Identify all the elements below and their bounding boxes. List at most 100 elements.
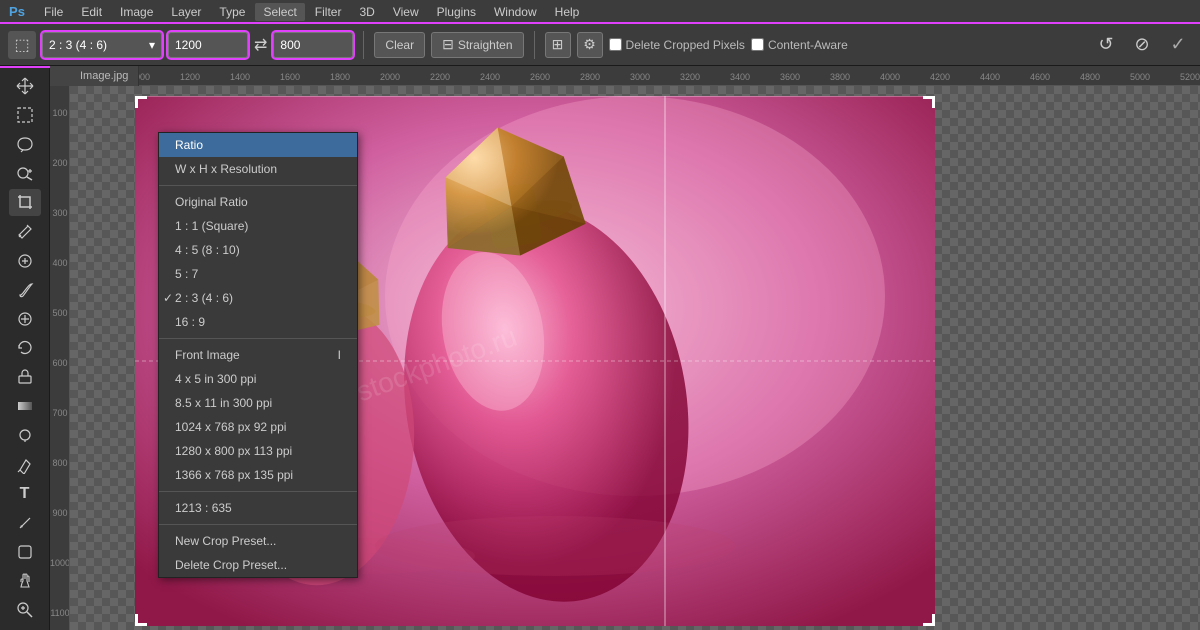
svg-text:2400: 2400 [480, 72, 500, 82]
svg-text:4600: 4600 [1030, 72, 1050, 82]
dropdown-ratio-label: Ratio [175, 138, 203, 152]
tool-hand[interactable] [9, 568, 41, 595]
tool-type[interactable]: T [9, 480, 41, 507]
menu-view[interactable]: View [385, 3, 427, 21]
tool-clone[interactable] [9, 305, 41, 332]
svg-text:100: 100 [52, 108, 67, 118]
crop-handle-tr[interactable] [923, 96, 935, 108]
svg-text:600: 600 [52, 358, 67, 368]
dropdown-item-delete-preset[interactable]: Delete Crop Preset... [159, 553, 357, 577]
separator-2 [159, 338, 357, 339]
svg-text:5200: 5200 [1180, 72, 1200, 82]
tool-marquee[interactable] [9, 101, 41, 128]
crop-handle-bl[interactable] [135, 614, 147, 626]
dropdown-item-1366x768[interactable]: 1366 x 768 px 135 ppi [159, 463, 357, 487]
tool-path-select[interactable] [9, 509, 41, 536]
crop-handle-br[interactable] [923, 614, 935, 626]
tool-brush[interactable] [9, 276, 41, 303]
menu-layer[interactable]: Layer [163, 3, 209, 21]
svg-text:700: 700 [52, 408, 67, 418]
tool-zoom[interactable] [9, 597, 41, 624]
dropdown-item-1-1[interactable]: 1 : 1 (Square) [159, 214, 357, 238]
tool-gradient[interactable] [9, 393, 41, 420]
dropdown-item-ratio[interactable]: Ratio [159, 133, 357, 157]
svg-text:900: 900 [52, 508, 67, 518]
canvas-tab-name: Image.jpg [80, 70, 128, 82]
svg-text:3400: 3400 [730, 72, 750, 82]
dropdown-item-1280x800[interactable]: 1280 x 800 px 113 ppi [159, 439, 357, 463]
svg-text:200: 200 [52, 158, 67, 168]
delete-cropped-checkbox[interactable] [609, 38, 622, 51]
content-aware-group[interactable]: Content-Aware [751, 38, 848, 52]
dropdown-item-8x11[interactable]: 8.5 x 11 in 300 ppi [159, 391, 357, 415]
crop-handle-tl[interactable] [135, 96, 147, 108]
ratio-dropdown-menu: Ratio W x H x Resolution Original Ratio … [158, 132, 358, 578]
menu-window[interactable]: Window [486, 3, 545, 21]
svg-text:3600: 3600 [780, 72, 800, 82]
delete-cropped-label: Delete Cropped Pixels [626, 38, 745, 52]
dropdown-item-4x5[interactable]: 4 x 5 in 300 ppi [159, 367, 357, 391]
tool-eyedropper[interactable] [9, 218, 41, 245]
ratio-dropdown[interactable]: 2 : 3 (4 : 6) ▾ [42, 32, 162, 58]
dropdown-item-1213-635[interactable]: 1213 : 635 [159, 496, 357, 520]
dropdown-item-1024x768[interactable]: 1024 x 768 px 92 ppi [159, 415, 357, 439]
svg-text:5000: 5000 [1130, 72, 1150, 82]
delete-cropped-group[interactable]: Delete Cropped Pixels [609, 38, 745, 52]
dropdown-item-new-preset[interactable]: New Crop Preset... [159, 529, 357, 553]
menu-file[interactable]: File [36, 3, 71, 21]
settings-icon[interactable]: ⚙ [577, 32, 603, 58]
svg-text:2800: 2800 [580, 72, 600, 82]
svg-text:2600: 2600 [530, 72, 550, 82]
svg-text:4400: 4400 [980, 72, 1000, 82]
menu-image[interactable]: Image [112, 3, 161, 21]
width-input[interactable] [168, 32, 248, 58]
tool-dodge[interactable] [9, 422, 41, 449]
svg-text:4800: 4800 [1080, 72, 1100, 82]
clear-button[interactable]: Clear [374, 32, 425, 58]
dropdown-item-16-9[interactable]: 16 : 9 [159, 310, 357, 334]
menu-filter[interactable]: Filter [307, 3, 350, 21]
tool-history-brush[interactable] [9, 334, 41, 361]
svg-text:1600: 1600 [280, 72, 300, 82]
overlay-grid-icon[interactable]: ⊞ [545, 32, 571, 58]
menu-help[interactable]: Help [547, 3, 588, 21]
dropdown-item-front-image[interactable]: Front Image I [159, 343, 357, 367]
height-input[interactable] [273, 32, 353, 58]
separator-4 [159, 524, 357, 525]
reset-icon[interactable]: ↺ [1092, 31, 1120, 59]
cancel-icon[interactable]: ⊘ [1128, 31, 1156, 59]
tool-shape[interactable] [9, 539, 41, 566]
dropdown-item-2-3[interactable]: 2 : 3 (4 : 6) [159, 286, 357, 310]
content-aware-checkbox[interactable] [751, 38, 764, 51]
svg-text:500: 500 [52, 308, 67, 318]
dropdown-item-wxh[interactable]: W x H x Resolution [159, 157, 357, 181]
dropdown-wxh-label: W x H x Resolution [175, 162, 277, 176]
dropdown-item-5-7[interactable]: 5 : 7 [159, 262, 357, 286]
app-logo: Ps [4, 0, 30, 24]
tool-crop[interactable] [9, 189, 41, 216]
tool-healing[interactable] [9, 247, 41, 274]
toolbar-actions: ↺ ⊘ ✓ [1092, 31, 1192, 59]
tool-eraser[interactable] [9, 364, 41, 391]
tool-pen[interactable] [9, 451, 41, 478]
tool-quick-select[interactable] [9, 159, 41, 186]
swap-dimensions-icon[interactable]: ⇄ [254, 35, 267, 55]
tool-move[interactable] [9, 72, 41, 99]
menu-edit[interactable]: Edit [73, 3, 110, 21]
dropdown-item-original-ratio[interactable]: Original Ratio [159, 190, 357, 214]
crop-tool-icon[interactable]: ⬚ [8, 31, 36, 59]
separator-1 [363, 31, 364, 59]
menu-3d[interactable]: 3D [351, 3, 382, 21]
content-aware-label: Content-Aware [768, 38, 848, 52]
menu-plugins[interactable]: Plugins [429, 3, 484, 21]
canvas-tab[interactable]: Image.jpg [70, 66, 139, 86]
straighten-button[interactable]: ⊟ Straighten [431, 32, 523, 58]
menu-type[interactable]: Type [211, 3, 253, 21]
dropdown-item-4-5[interactable]: 4 : 5 (8 : 10) [159, 238, 357, 262]
svg-text:300: 300 [52, 208, 67, 218]
tool-lasso[interactable] [9, 130, 41, 157]
canvas-area[interactable]: 800 1000 1200 1400 1600 1800 2000 2200 2… [50, 66, 1200, 630]
svg-text:3200: 3200 [680, 72, 700, 82]
confirm-icon[interactable]: ✓ [1164, 31, 1192, 59]
menu-select[interactable]: Select [255, 3, 304, 21]
